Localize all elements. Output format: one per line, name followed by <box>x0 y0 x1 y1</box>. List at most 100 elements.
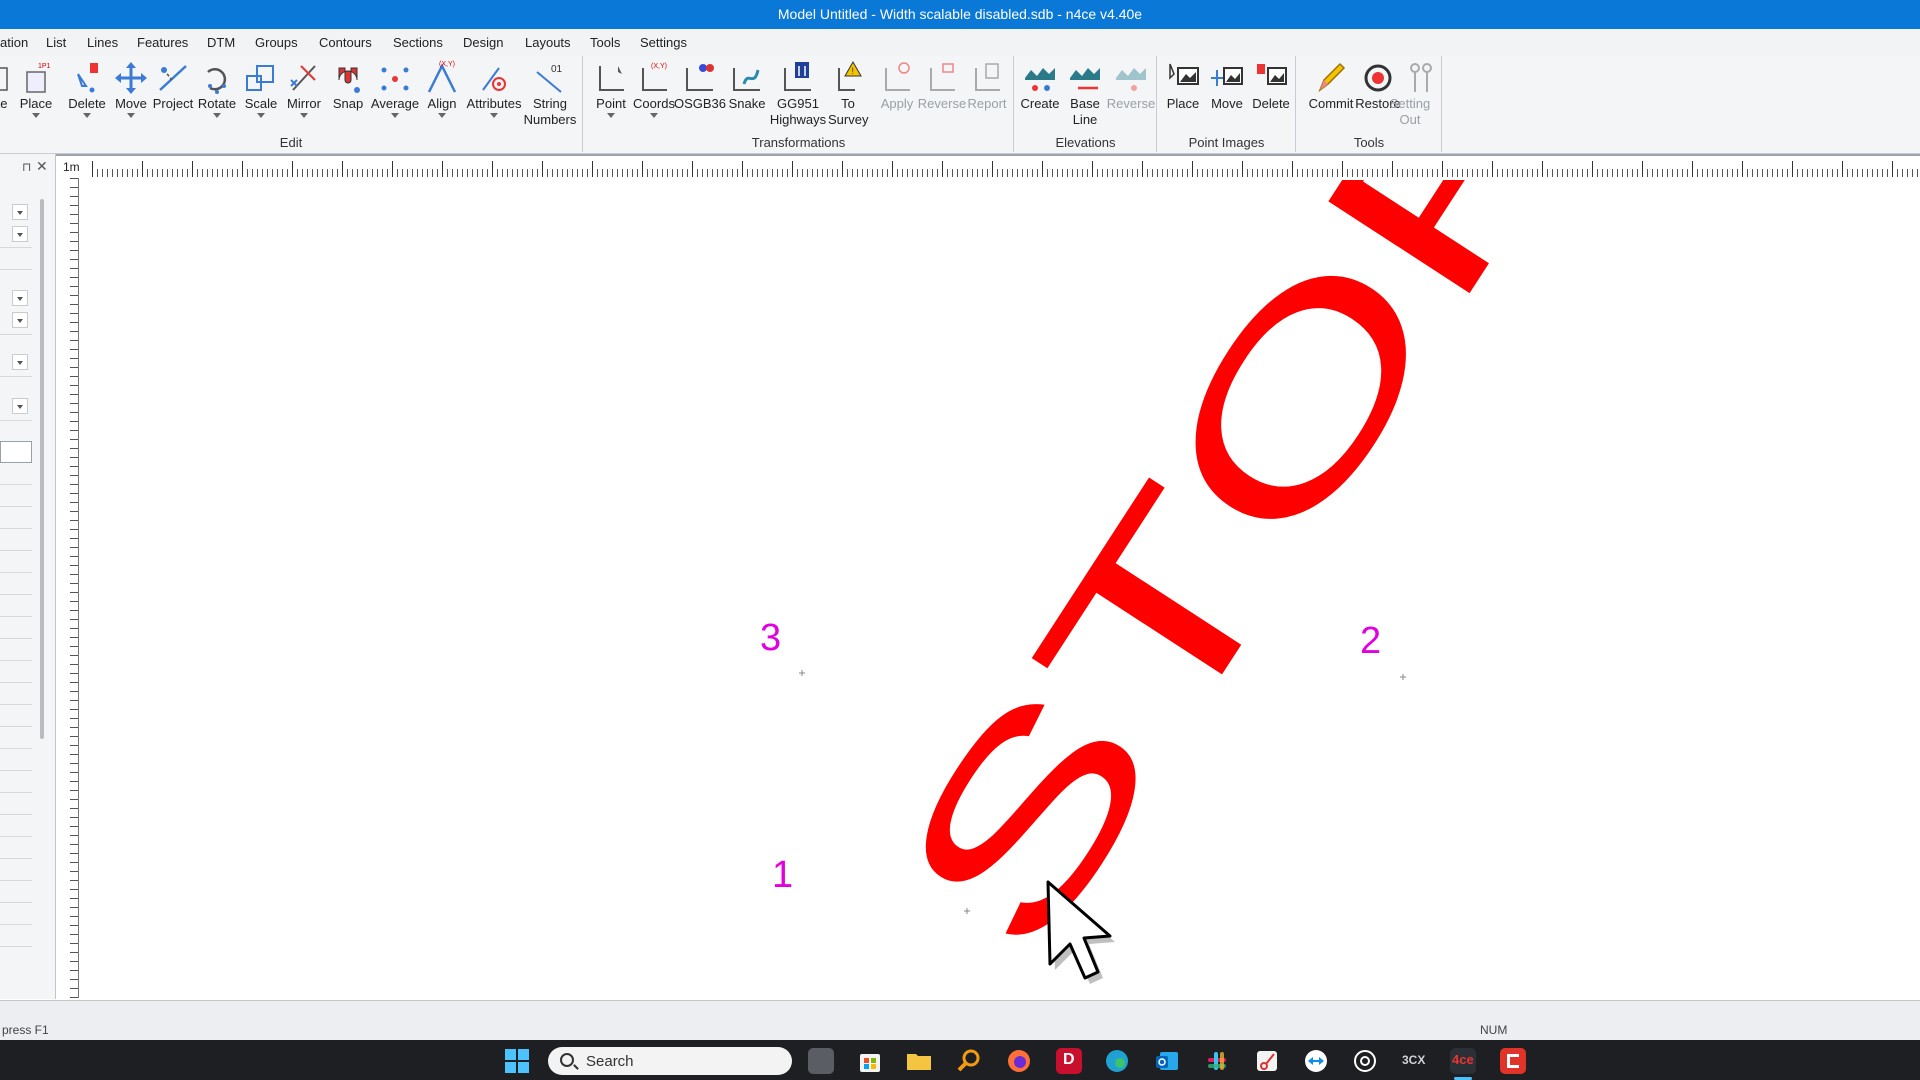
rotate-icon <box>207 68 227 94</box>
drawing-canvas[interactable]: STOP 1 2 3 <box>80 180 1920 998</box>
menu-item-dtm[interactable]: DTM <box>207 35 235 50</box>
string-numbers-button[interactable]: 01 String Numbers <box>524 60 577 128</box>
chevron-down-icon <box>83 113 91 118</box>
d-app-icon[interactable]: D <box>1056 1048 1082 1074</box>
teamviewer-icon[interactable] <box>1303 1048 1329 1074</box>
highways-icon <box>784 62 811 91</box>
gg951-highways-button[interactable]: GG951 Highways <box>770 60 826 128</box>
panel-row <box>0 247 32 248</box>
ribbon-group-elevations: Create Base Line Reverse Elevations <box>1015 56 1157 152</box>
scale-icon <box>246 65 274 91</box>
osgb36-icon <box>686 64 714 91</box>
store-icon[interactable] <box>857 1048 883 1074</box>
vertical-ruler <box>62 178 78 998</box>
chevron-down-icon <box>607 113 615 118</box>
group-label-tools: Tools <box>1353 135 1385 150</box>
chevron-down-icon <box>213 113 221 118</box>
image-place-icon <box>1169 63 1199 85</box>
panel-text-field[interactable] <box>0 441 32 463</box>
file-explorer-icon[interactable] <box>906 1048 932 1074</box>
panel-dropdown[interactable] <box>12 312 28 328</box>
coords-icon: (X,Y) <box>642 63 667 91</box>
menu-item-design[interactable]: Design <box>463 35 503 50</box>
drawing-svg: STOP 1 2 3 <box>760 180 1635 998</box>
menu-item-settings[interactable]: Settings <box>640 35 687 50</box>
attributes-icon <box>482 67 506 91</box>
close-panel-icon[interactable]: ✕ <box>36 158 48 175</box>
panel-row <box>0 946 32 947</box>
outlook-icon[interactable] <box>1154 1048 1180 1074</box>
panel-dropdown[interactable] <box>12 204 28 220</box>
panel-scrollbar[interactable] <box>40 199 44 739</box>
search-app-icon[interactable] <box>956 1048 982 1074</box>
panel-dropdown[interactable] <box>12 398 28 414</box>
panel-row <box>0 269 32 270</box>
menu-item-layouts[interactable]: Layouts <box>525 35 571 50</box>
panel-row <box>0 572 32 573</box>
panel-row <box>0 836 32 837</box>
menu-item-tools[interactable]: Tools <box>590 35 620 50</box>
window-title: Model Untitled - Width scalable disabled… <box>777 6 1143 22</box>
menu-bar: ation List Lines Features DTM Groups Con… <box>0 29 1920 56</box>
svg-text:!: ! <box>852 66 855 76</box>
stop-text[interactable]: STOP <box>844 180 1635 998</box>
n4ce-icon[interactable]: 4ce <box>1450 1048 1476 1080</box>
menu-item-contours[interactable]: Contours <box>319 35 372 50</box>
start-icon[interactable] <box>504 1048 530 1074</box>
to-survey-button[interactable]: ! To Survey <box>824 60 872 128</box>
panel-row <box>0 550 32 551</box>
3cx-icon[interactable]: 3CX <box>1402 1048 1428 1074</box>
canvas-border <box>56 154 1920 156</box>
panel-row <box>0 682 32 683</box>
snipping-icon[interactable] <box>1254 1048 1280 1074</box>
menu-item-groups[interactable]: Groups <box>255 35 298 50</box>
slack-icon[interactable] <box>1204 1048 1230 1074</box>
menu-item-features[interactable]: Features <box>137 35 188 50</box>
chevron-down-icon <box>391 113 399 118</box>
point-transform-icon <box>599 66 624 91</box>
chevron-down-icon <box>257 113 265 118</box>
horizontal-ruler-major-ticks <box>92 161 1920 177</box>
firefox-icon[interactable] <box>1006 1048 1032 1074</box>
menu-item-sections[interactable]: Sections <box>393 35 443 50</box>
create-elevation-button[interactable]: Create <box>1016 60 1064 112</box>
setting-out-icon <box>1410 63 1432 92</box>
menu-item-list[interactable]: List <box>46 35 66 50</box>
panel-row <box>0 792 32 793</box>
panel-row <box>0 748 32 749</box>
setting-out-button[interactable]: Setting Out <box>1390 60 1444 128</box>
base-line-button[interactable]: Base Line <box>1061 60 1109 128</box>
panel-row <box>0 814 32 815</box>
panel-row <box>0 334 32 335</box>
menu-item-lines[interactable]: Lines <box>87 35 118 50</box>
panel-dropdown[interactable] <box>12 226 28 242</box>
panel-dropdown[interactable] <box>12 290 28 306</box>
align-button[interactable]: (X,Y) Align <box>418 60 466 118</box>
place-badge: 1P1 <box>38 63 51 70</box>
pin-icon[interactable]: ⊓ <box>22 160 31 174</box>
reverse-elevation-button[interactable]: Reverse <box>1107 60 1155 112</box>
report-button[interactable]: Report <box>963 60 1011 112</box>
ribbon-group-point-images: Place Move Delete Point Images <box>1158 56 1296 152</box>
task-view-icon[interactable] <box>808 1048 834 1074</box>
point-marker-2 <box>1400 674 1406 680</box>
ribbon-group-transformations: Point (X,Y) Coords OSGB36 Snake GG951 Hi… <box>584 56 1014 152</box>
status-hint: press F1 <box>2 1023 49 1037</box>
point-label-2: 2 <box>1360 620 1381 662</box>
panel-row <box>0 902 32 903</box>
panel-dropdown[interactable] <box>12 354 28 370</box>
attributes-button[interactable]: Attributes <box>467 60 521 118</box>
chatgpt-icon[interactable] <box>1352 1048 1378 1074</box>
apply-icon <box>885 62 910 91</box>
edge-icon[interactable] <box>1104 1048 1130 1074</box>
chevron-down-icon <box>490 113 498 118</box>
snake-button[interactable]: Snake <box>723 60 771 112</box>
taskbar-search-box[interactable]: Search <box>548 1047 792 1075</box>
panel-row <box>0 528 32 529</box>
panel-row <box>0 704 32 705</box>
image-delete-button[interactable]: Delete <box>1247 60 1295 112</box>
chevron-down-icon <box>127 113 135 118</box>
menu-item-ation[interactable]: ation <box>0 35 28 50</box>
red-app-icon[interactable] <box>1500 1048 1526 1074</box>
search-icon <box>560 1053 574 1067</box>
